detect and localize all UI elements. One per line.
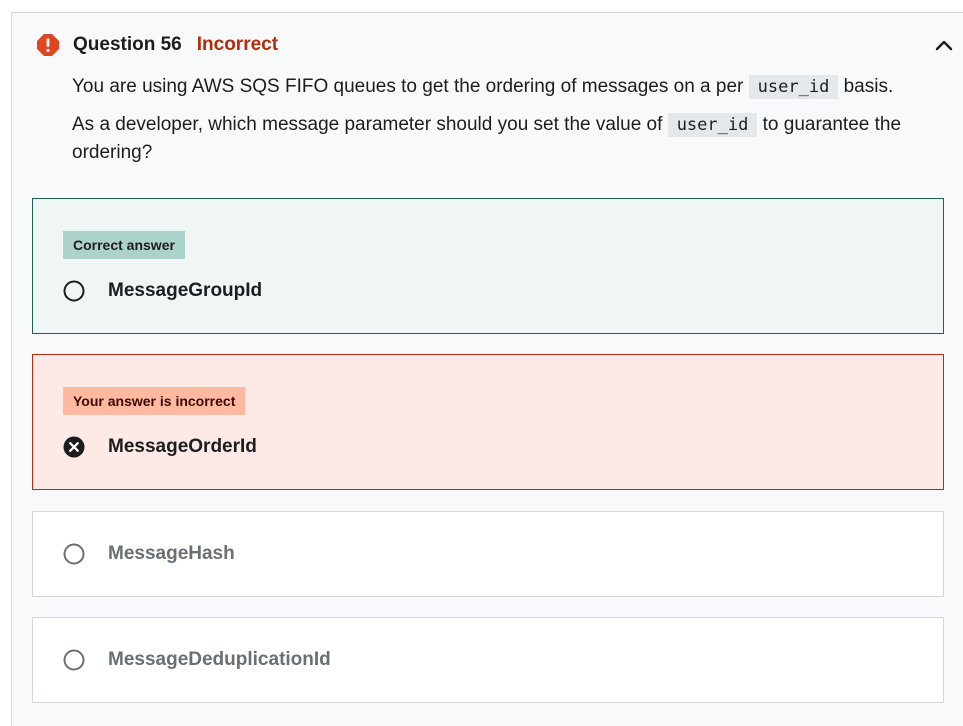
answer-row: MessageGroupId [63,279,262,303]
radio-empty-icon[interactable] [63,543,85,565]
answer-label: MessageHash [108,543,235,564]
answer-label: MessageOrderId [108,436,257,457]
question-status: Incorrect [196,34,279,55]
alert-icon [36,33,60,57]
answer-option[interactable]: MessageHash [32,511,944,597]
radio-empty-icon[interactable] [63,280,85,302]
answer-row: MessageDeduplicationId [63,648,331,672]
answer-option-correct[interactable]: Correct answer MessageGroupId [32,198,944,334]
question-number: Question 56 [73,34,182,55]
chevron-up-icon [935,40,953,51]
radio-empty-icon[interactable] [63,649,85,671]
answer-label: MessageGroupId [108,280,263,301]
answer-option[interactable]: MessageDeduplicationId [32,617,944,703]
answer-row: MessageOrderId [63,435,257,459]
code-user-id: user_id [748,75,839,99]
answer-option-incorrect[interactable]: Your answer is incorrect MessageOrderId [32,354,944,490]
question-header: Question 56 Incorrect [36,33,956,57]
collapse-button[interactable] [932,33,956,57]
x-circle-icon[interactable] [63,436,85,458]
code-user-id: user_id [667,113,758,137]
question-panel: Question 56 Incorrect You are using AWS … [11,12,963,726]
question-line-1: You are using AWS SQS FIFO queues to get… [72,75,894,99]
answer-label: MessageDeduplicationId [108,649,331,670]
question-text: You are using AWS SQS FIFO queues to get… [72,73,952,177]
question-line-2: As a developer, which message parameter … [72,113,902,163]
answer-row: MessageHash [63,542,235,566]
incorrect-answer-badge: Your answer is incorrect [63,387,246,415]
correct-answer-badge: Correct answer [63,231,185,259]
